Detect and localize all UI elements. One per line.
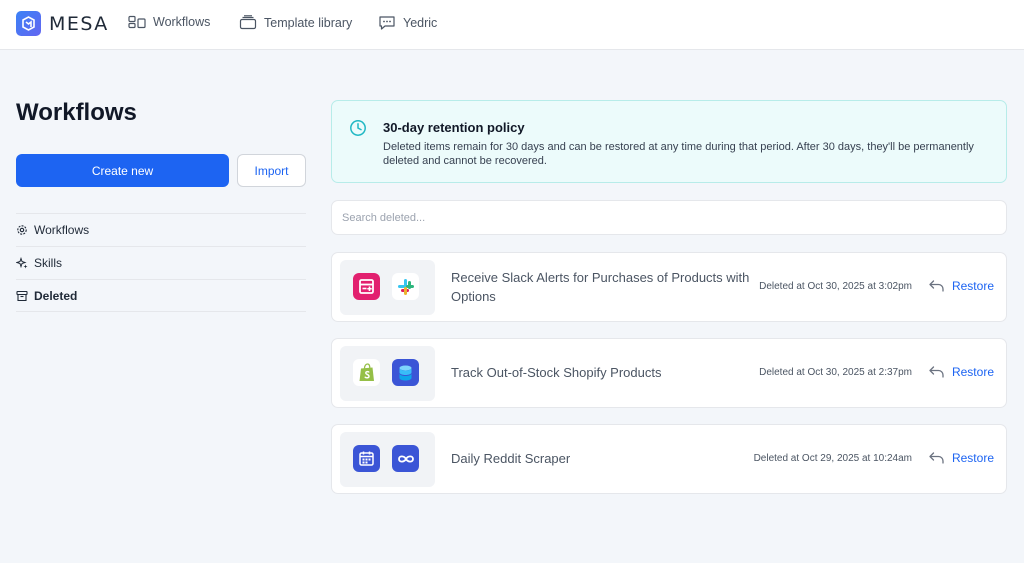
workflow-title: Daily Reddit Scraper xyxy=(451,451,571,466)
restore-label: Restore xyxy=(951,278,994,293)
restore-button[interactable]: Restore xyxy=(928,364,994,379)
gear-icon xyxy=(17,225,27,235)
top-navigation: MESA Workflows Template library Yedric xyxy=(0,0,1024,50)
workflow-apps xyxy=(340,432,435,487)
sidebar-item-label: Skills xyxy=(34,256,63,270)
brand-name: MESA xyxy=(49,12,109,35)
undo-arrow-icon xyxy=(929,280,944,292)
workflow-apps xyxy=(340,346,435,401)
database-icon xyxy=(392,359,419,386)
undo-arrow-icon xyxy=(929,452,944,464)
sidebar-item-skills[interactable]: Skills xyxy=(16,246,306,279)
banner-title: 30-day retention policy xyxy=(383,120,525,135)
brand[interactable]: MESA xyxy=(16,11,109,36)
undo-arrow-icon xyxy=(929,366,944,378)
restore-label: Restore xyxy=(951,364,994,379)
calendar-icon xyxy=(353,445,380,472)
mesa-logo-icon xyxy=(16,11,41,36)
nav-template-library-label: Template library xyxy=(264,15,353,30)
restore-label: Restore xyxy=(951,450,994,465)
sparkle-icon xyxy=(16,257,28,269)
form-builder-icon xyxy=(353,273,380,300)
sidebar-item-deleted[interactable]: Deleted xyxy=(16,279,306,312)
nav-workflows[interactable]: Workflows xyxy=(128,15,210,29)
deleted-timestamp: Deleted at Oct 29, 2025 at 10:24am xyxy=(753,453,912,464)
deleted-workflow-card: Daily Reddit Scraper Deleted at Oct 29, … xyxy=(331,424,1007,494)
clock-icon xyxy=(350,120,366,136)
sidebar-nav: Workflows Skills Deleted xyxy=(16,213,306,312)
restore-button[interactable]: Restore xyxy=(928,450,994,465)
nav-workflows-label: Workflows xyxy=(153,15,211,29)
loop-icon xyxy=(392,445,419,472)
banner-text: Deleted items remain for 30 days and can… xyxy=(383,141,974,167)
archive-icon xyxy=(16,290,28,301)
workflow-title: Track Out-of-Stock Shopify Products xyxy=(451,365,662,380)
deleted-timestamp: Deleted at Oct 30, 2025 at 3:02pm xyxy=(759,281,912,292)
retention-policy-banner: 30-day retention policy Deleted items re… xyxy=(331,100,1007,183)
search-deleted-input[interactable] xyxy=(331,200,1007,235)
shopify-icon xyxy=(353,359,380,386)
create-new-button[interactable]: Create new xyxy=(16,154,229,187)
import-button[interactable]: Import xyxy=(237,154,306,187)
page-title: Workflows xyxy=(16,99,137,126)
nav-yedric-label: Yedric xyxy=(403,16,438,30)
workflow-nodes-icon xyxy=(128,15,146,29)
deleted-workflow-card: Receive Slack Alerts for Purchases of Pr… xyxy=(331,252,1007,322)
deleted-timestamp: Deleted at Oct 30, 2025 at 2:37pm xyxy=(759,367,912,378)
sidebar-item-label: Workflows xyxy=(34,223,90,237)
sidebar-item-label: Deleted xyxy=(34,288,78,303)
slack-icon xyxy=(392,273,419,300)
deleted-workflow-card: Track Out-of-Stock Shopify Products Dele… xyxy=(331,338,1007,408)
chat-icon xyxy=(379,16,395,30)
nav-yedric[interactable]: Yedric xyxy=(378,15,437,31)
restore-button[interactable]: Restore xyxy=(928,278,994,293)
workflow-title: Receive Slack Alerts for Purchases of Pr… xyxy=(451,270,750,304)
library-icon xyxy=(239,15,257,30)
nav-template-library[interactable]: Template library xyxy=(239,15,352,30)
workflow-apps xyxy=(340,260,435,315)
sidebar-item-workflows[interactable]: Workflows xyxy=(16,213,306,246)
